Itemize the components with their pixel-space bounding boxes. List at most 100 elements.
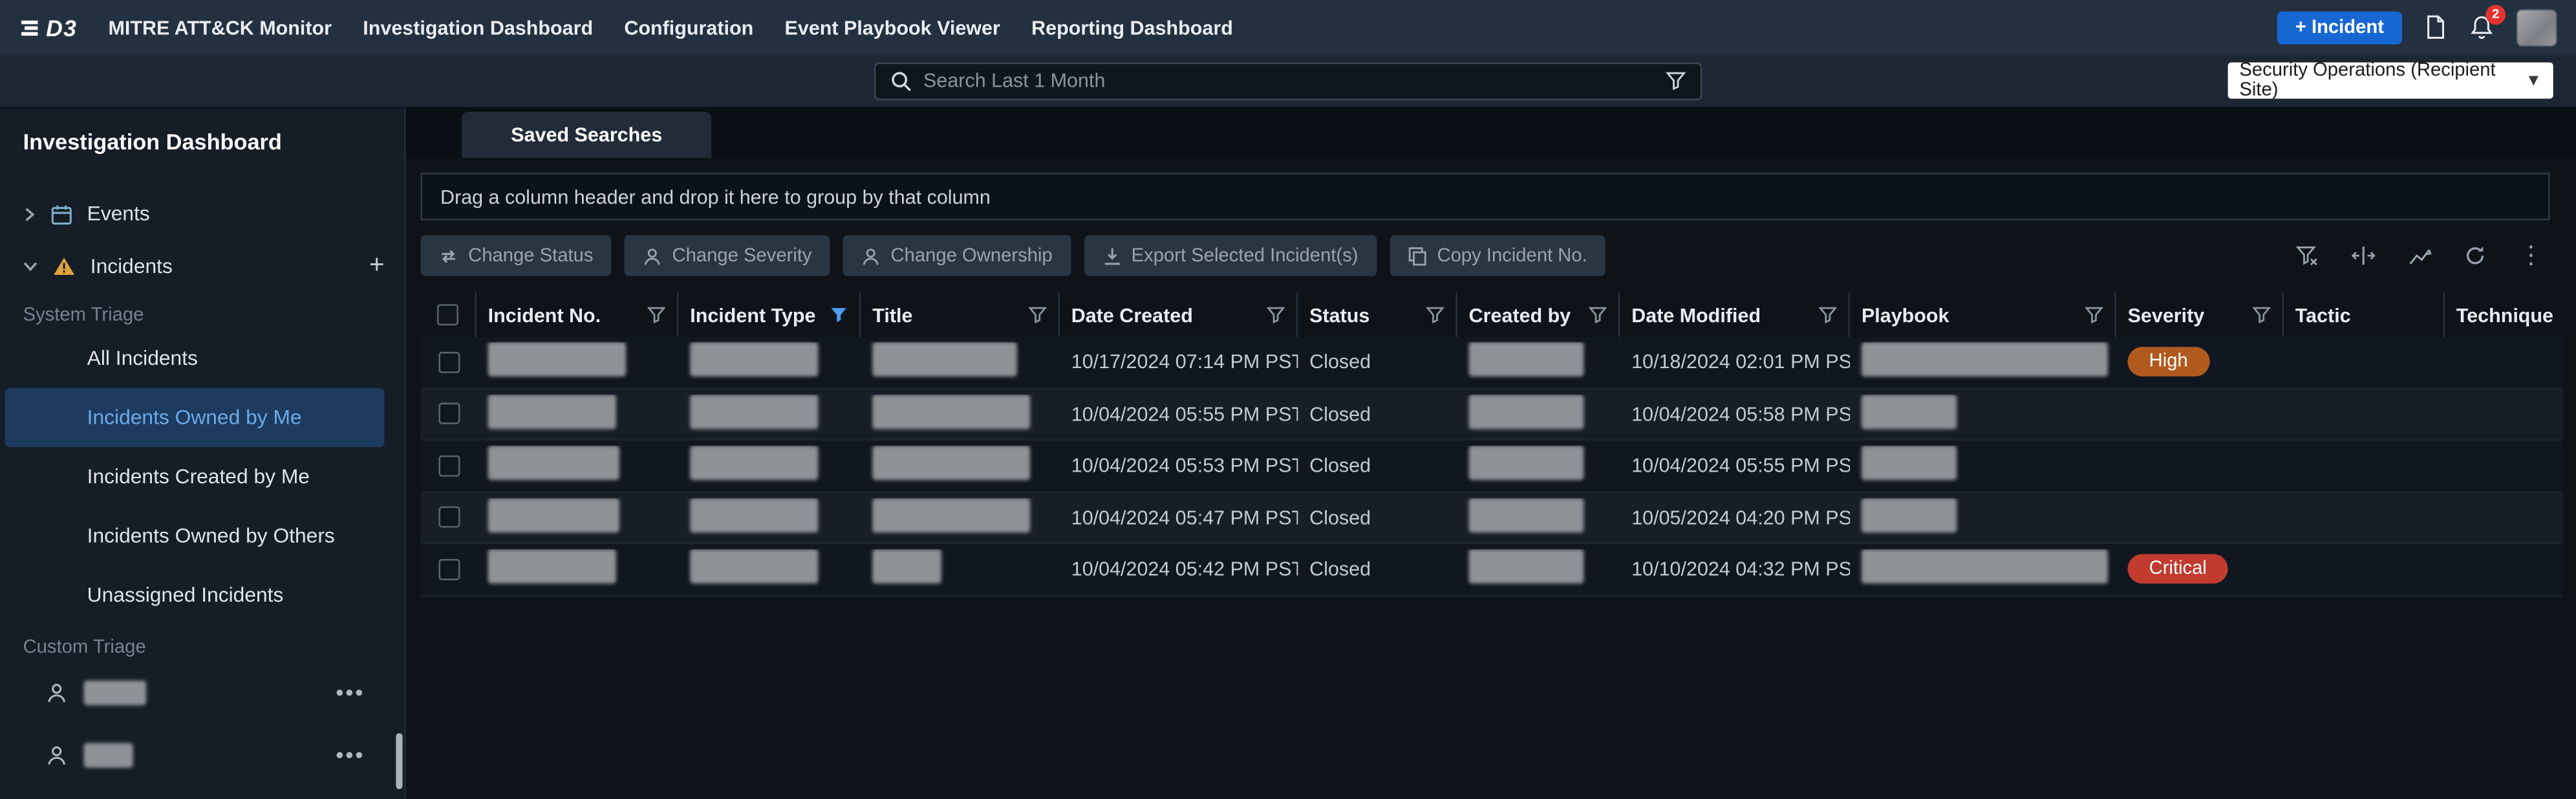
- sidebar-scrollbar[interactable]: [396, 733, 402, 789]
- search-input[interactable]: [923, 69, 1655, 93]
- sidebar-item-incidents-owned-by-others[interactable]: Incidents Owned by Others: [5, 507, 385, 565]
- col-header-title[interactable]: Title: [861, 292, 1059, 337]
- column-resize-icon[interactable]: [2351, 245, 2376, 267]
- export-selected-button[interactable]: Export Selected Incident(s): [1084, 235, 1376, 276]
- redacted-incident-type: [690, 394, 818, 428]
- document-icon[interactable]: [2425, 15, 2447, 39]
- change-status-button[interactable]: Change Status: [420, 235, 611, 276]
- status-cycle-icon: [438, 246, 458, 265]
- col-header-status[interactable]: Status: [1298, 292, 1457, 337]
- clear-filters-icon[interactable]: [2295, 245, 2319, 267]
- col-header-tactic[interactable]: Tactic: [2284, 292, 2445, 337]
- notifications-bell-icon[interactable]: 2: [2469, 14, 2494, 41]
- date-created-cell: 10/04/2024 05:47 PM PST: [1060, 506, 1298, 529]
- redacted-label: [84, 742, 133, 767]
- redacted-title: [872, 498, 1030, 532]
- global-search: [874, 61, 1702, 99]
- filter-funnel-icon[interactable]: [1589, 306, 1607, 324]
- col-label: Playbook: [1862, 303, 1949, 327]
- redacted-incident-no: [488, 446, 619, 480]
- table-row[interactable]: 10/04/2024 05:55 PM PST Closed 10/04/202…: [420, 389, 2562, 441]
- filter-funnel-icon[interactable]: [1819, 306, 1837, 324]
- notification-badge: 2: [2486, 4, 2506, 23]
- search-filter-icon[interactable]: [1666, 71, 1686, 90]
- redacted-created-by: [1469, 549, 1584, 584]
- redacted-title: [872, 342, 1017, 377]
- row-checkbox[interactable]: [438, 455, 459, 476]
- status-cell: Closed: [1298, 454, 1457, 477]
- col-label: Tactic: [2295, 303, 2351, 327]
- chevron-right-icon[interactable]: [23, 206, 36, 221]
- refresh-icon[interactable]: [2464, 245, 2485, 267]
- redacted-title: [872, 394, 1030, 428]
- col-header-incident-no[interactable]: Incident No.: [477, 292, 679, 337]
- custom-triage-item[interactable]: •••: [0, 661, 404, 723]
- filter-funnel-icon-active[interactable]: [830, 306, 848, 324]
- sidebar-item-incidents[interactable]: Incidents +: [0, 240, 404, 292]
- col-header-severity[interactable]: Severity: [2116, 292, 2284, 337]
- more-options-icon[interactable]: ⋮: [2518, 243, 2543, 268]
- table-row[interactable]: 10/17/2024 07:14 PM PST Closed 10/18/202…: [420, 337, 2562, 389]
- col-label: Created by: [1469, 303, 1571, 327]
- sidebar-item-incidents-created-by-me[interactable]: Incidents Created by Me: [5, 447, 385, 506]
- filter-funnel-icon[interactable]: [1267, 306, 1285, 324]
- severity-icon: [643, 246, 662, 265]
- table-row[interactable]: 10/04/2024 05:53 PM PST Closed 10/04/202…: [420, 441, 2562, 492]
- item-menu-icon[interactable]: •••: [336, 741, 365, 768]
- d3-logo[interactable]: D3: [19, 14, 77, 41]
- change-severity-button[interactable]: Change Severity: [625, 235, 830, 276]
- col-header-date-modified[interactable]: Date Modified: [1620, 292, 1850, 337]
- change-ownership-button[interactable]: Change Ownership: [843, 235, 1071, 276]
- sidebar-item-all-incidents[interactable]: All Incidents: [5, 329, 385, 388]
- add-triage-button[interactable]: +: [369, 253, 385, 279]
- app-window: D3 MITRE ATT&CK Monitor Investigation Da…: [0, 0, 2576, 799]
- copy-incident-no-label: Copy Incident No.: [1437, 246, 1587, 265]
- sidebar-item-unassigned-incidents[interactable]: Unassigned Incidents: [5, 565, 385, 624]
- row-checkbox[interactable]: [438, 558, 459, 580]
- user-avatar[interactable]: [2517, 9, 2557, 45]
- table-row[interactable]: 10/04/2024 05:47 PM PST Closed 10/05/202…: [420, 492, 2562, 544]
- status-cell: Closed: [1298, 558, 1457, 581]
- col-header-incident-type[interactable]: Incident Type: [678, 292, 861, 337]
- filter-funnel-icon[interactable]: [1029, 306, 1047, 324]
- copy-incident-no-button[interactable]: Copy Incident No.: [1390, 235, 1605, 276]
- status-cell: Closed: [1298, 402, 1457, 426]
- row-checkbox[interactable]: [438, 351, 459, 373]
- filter-funnel-icon[interactable]: [2253, 306, 2271, 324]
- row-checkbox[interactable]: [438, 403, 459, 424]
- nav-mitre-attack-monitor[interactable]: MITRE ATT&CK Monitor: [108, 16, 332, 39]
- filter-funnel-icon[interactable]: [2085, 306, 2103, 324]
- sidebar-item-incidents-owned-by-me[interactable]: Incidents Owned by Me: [5, 388, 385, 447]
- redacted-title: [872, 446, 1030, 480]
- new-incident-button[interactable]: + Incident: [2277, 11, 2402, 44]
- filter-funnel-icon[interactable]: [1426, 306, 1444, 324]
- custom-triage-item[interactable]: •••: [0, 723, 404, 786]
- col-header-created-by[interactable]: Created by: [1457, 292, 1620, 337]
- tab-saved-searches[interactable]: Saved Searches: [462, 112, 711, 158]
- site-selector-dropdown[interactable]: Security Operations (Recipient Site) ▼: [2228, 63, 2553, 99]
- date-created-cell: 10/04/2024 05:42 PM PST: [1060, 558, 1298, 581]
- logo-bars-icon: [19, 17, 39, 37]
- chart-icon[interactable]: [2409, 246, 2432, 265]
- date-modified-cell: 10/04/2024 05:58 PM PST: [1620, 402, 1850, 426]
- nav-configuration[interactable]: Configuration: [624, 16, 753, 39]
- row-checkbox[interactable]: [438, 507, 459, 528]
- select-all-checkbox[interactable]: [437, 304, 458, 325]
- col-header-technique[interactable]: Technique: [2445, 292, 2563, 337]
- tab-bar: Saved Searches: [406, 109, 2576, 158]
- filter-funnel-icon[interactable]: [647, 306, 665, 324]
- date-created-cell: 10/04/2024 05:55 PM PST: [1060, 402, 1298, 426]
- nav-reporting-dashboard[interactable]: Reporting Dashboard: [1031, 16, 1233, 39]
- chevron-down-icon[interactable]: [23, 259, 38, 272]
- table-header-row: Incident No. Incident Type Title Date Cr…: [420, 292, 2562, 337]
- item-menu-icon[interactable]: •••: [336, 679, 365, 705]
- sidebar-item-events[interactable]: Events: [0, 188, 404, 240]
- group-by-drop-zone[interactable]: Drag a column header and drop it here to…: [420, 173, 2549, 221]
- col-header-playbook[interactable]: Playbook: [1850, 292, 2116, 337]
- col-header-date-created[interactable]: Date Created: [1060, 292, 1298, 337]
- table-row[interactable]: 10/04/2024 05:42 PM PST Closed 10/10/202…: [420, 544, 2562, 596]
- custom-triage-label: Custom Triage: [0, 638, 404, 657]
- nav-investigation-dashboard[interactable]: Investigation Dashboard: [363, 16, 593, 39]
- sidebar: Investigation Dashboard Events Incidents: [0, 109, 406, 799]
- nav-event-playbook-viewer[interactable]: Event Playbook Viewer: [785, 16, 1000, 39]
